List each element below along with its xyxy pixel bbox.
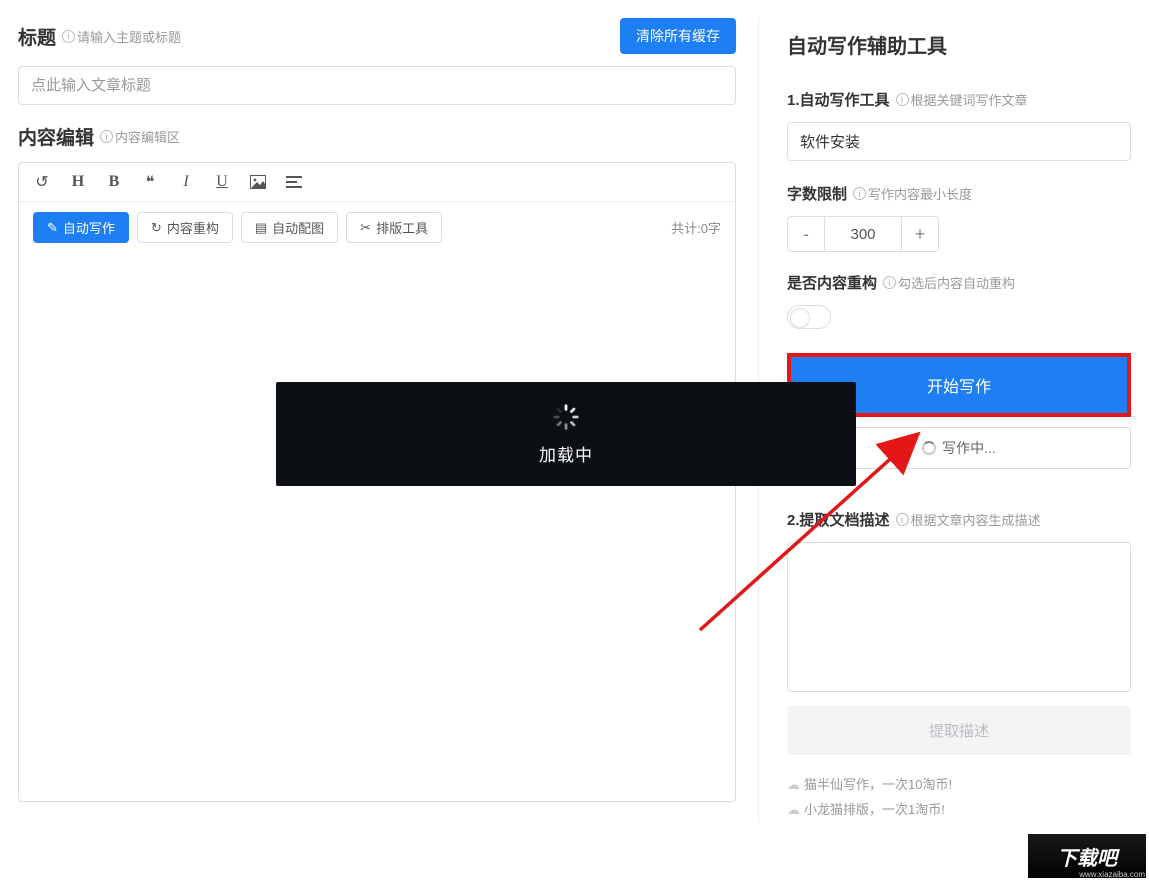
section1-head: 1.自动写作工具 i根据关键词写作文章 <box>787 89 1131 110</box>
description-textarea[interactable] <box>787 542 1131 692</box>
quote-icon[interactable]: ❝ <box>141 173 159 191</box>
info-icon: i <box>896 513 909 526</box>
extract-description-button[interactable]: 提取描述 <box>787 706 1131 755</box>
pencil-icon: ✎ <box>47 220 58 236</box>
watermark-badge: 下载吧 www.xiazaiba.com <box>1025 831 1149 881</box>
content-label: 内容编辑 <box>18 123 94 150</box>
info-icon: i <box>62 30 75 43</box>
tool-icon: ✂ <box>360 220 371 236</box>
italic-icon[interactable]: I <box>177 173 195 191</box>
content-rebuild-button[interactable]: ↻ 内容重构 <box>137 212 233 243</box>
refresh-icon: ↻ <box>151 220 162 236</box>
title-hint: i 请输入主题或标题 <box>62 27 181 46</box>
clear-cache-button[interactable]: 清除所有缓存 <box>620 18 736 54</box>
image-small-icon: ▤ <box>255 220 267 236</box>
tip-line-1: 猫半仙写作，一次10淘币! <box>787 773 1131 798</box>
info-icon: i <box>853 187 866 200</box>
layout-tool-button[interactable]: ✂ 排版工具 <box>346 212 442 243</box>
stepper-value-input[interactable] <box>824 217 902 251</box>
content-section-head: 内容编辑 i 内容编辑区 <box>18 123 736 150</box>
bold-icon[interactable]: B <box>105 173 123 191</box>
content-hint: i 内容编辑区 <box>100 127 180 146</box>
tip-line-2: 小龙猫排版，一次1淘币! <box>787 798 1131 823</box>
word-limit-head: 字数限制 i写作内容最小长度 <box>787 183 1131 204</box>
rebuild-head: 是否内容重构 i勾选后内容自动重构 <box>787 272 1131 293</box>
undo-icon[interactable]: ↺ <box>33 173 51 191</box>
article-title-input[interactable] <box>18 66 736 105</box>
underline-icon[interactable]: U <box>213 173 231 191</box>
section2-head: 2.提取文档描述 i根据文章内容生成描述 <box>787 509 1131 530</box>
loading-overlay: 加载中 <box>276 382 856 486</box>
keyword-input[interactable] <box>787 122 1131 161</box>
loading-spinner-icon <box>552 403 580 431</box>
info-icon: i <box>883 276 896 289</box>
auto-image-button[interactable]: ▤ 自动配图 <box>241 212 338 243</box>
info-icon: i <box>896 93 909 106</box>
image-icon[interactable] <box>249 173 267 191</box>
auto-write-button[interactable]: ✎ 自动写作 <box>33 212 129 243</box>
rebuild-toggle[interactable] <box>787 305 831 329</box>
word-limit-stepper: - + <box>787 216 939 252</box>
sidebar-title: 自动写作辅助工具 <box>787 30 1131 59</box>
editor-action-row: ✎ 自动写作 ↻ 内容重构 ▤ 自动配图 ✂ 排版工具 共计:0字 <box>19 202 735 253</box>
loading-text: 加载中 <box>539 441 593 466</box>
title-section-head: 标题 i 请输入主题或标题 清除所有缓存 <box>18 18 736 54</box>
stepper-increase-button[interactable]: + <box>902 217 938 251</box>
word-counter: 共计:0字 <box>671 218 721 237</box>
align-icon[interactable] <box>285 173 303 191</box>
stepper-decrease-button[interactable]: - <box>788 217 824 251</box>
info-icon: i <box>100 130 113 143</box>
loading-spinner-icon <box>922 441 936 455</box>
pricing-tips: 猫半仙写作，一次10淘币! 小龙猫排版，一次1淘币! <box>787 773 1131 822</box>
title-label: 标题 <box>18 23 56 50</box>
heading-icon[interactable]: H <box>69 173 87 191</box>
editor-toolbar: ↺ H B ❝ I U <box>19 163 735 202</box>
